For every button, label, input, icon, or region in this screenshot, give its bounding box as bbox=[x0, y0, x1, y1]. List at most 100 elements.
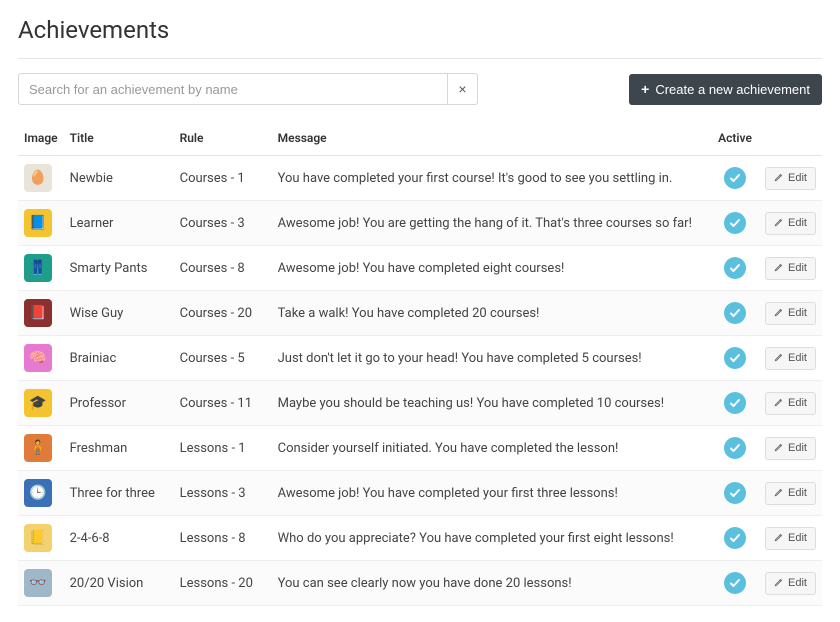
achievement-message: Who do you appreciate? You have complete… bbox=[272, 516, 711, 561]
active-check-icon bbox=[724, 392, 746, 414]
edit-button-label: Edit bbox=[788, 352, 807, 364]
achievement-title: Newbie bbox=[64, 156, 174, 201]
pencil-icon bbox=[774, 307, 784, 320]
achievement-message: Just don't let it go to your head! You h… bbox=[272, 336, 711, 381]
achievement-message: Awesome job! You are getting the hang of… bbox=[272, 201, 711, 246]
table-row: 👖Smarty PantsCourses - 8Awesome job! You… bbox=[18, 246, 822, 291]
edit-button-label: Edit bbox=[788, 262, 807, 274]
edit-button[interactable]: Edit bbox=[765, 392, 816, 415]
active-check-icon bbox=[724, 482, 746, 504]
edit-button-label: Edit bbox=[788, 172, 807, 184]
achievement-badge-icon: 🧠 bbox=[24, 344, 52, 372]
achievement-title: Professor bbox=[64, 381, 174, 426]
active-check-icon bbox=[724, 257, 746, 279]
edit-button-label: Edit bbox=[788, 577, 807, 589]
edit-button-label: Edit bbox=[788, 217, 807, 229]
achievement-message: Maybe you should be teaching us! You hav… bbox=[272, 381, 711, 426]
achievement-badge-icon: 🥚 bbox=[24, 164, 52, 192]
achievement-badge-icon: 👖 bbox=[24, 254, 52, 282]
table-row: 🎓 ProfessorCourses - 11Maybe you should b… bbox=[18, 381, 822, 426]
active-check-icon bbox=[724, 572, 746, 594]
edit-button[interactable]: Edit bbox=[765, 302, 816, 325]
edit-button-label: Edit bbox=[788, 487, 807, 499]
edit-button[interactable]: Edit bbox=[765, 347, 816, 370]
active-check-icon bbox=[724, 527, 746, 549]
pencil-icon bbox=[774, 262, 784, 275]
pencil-icon bbox=[774, 577, 784, 590]
achievement-badge-icon: 🕒 bbox=[24, 479, 52, 507]
achievement-rule: Courses - 3 bbox=[174, 201, 272, 246]
pencil-icon bbox=[774, 442, 784, 455]
achievements-table: Image Title Rule Message Active 🥚NewbieC… bbox=[18, 123, 822, 606]
pencil-icon bbox=[774, 487, 784, 500]
col-header-message: Message bbox=[272, 123, 711, 156]
achievement-rule: Lessons - 1 bbox=[174, 426, 272, 471]
achievement-badge-icon: 📕 bbox=[24, 299, 52, 327]
page-title: Achievements bbox=[18, 16, 822, 44]
achievement-title: 20/20 Vision bbox=[64, 561, 174, 606]
achievement-badge-icon: 📘 bbox=[24, 209, 52, 237]
achievement-title: Wise Guy bbox=[64, 291, 174, 336]
edit-button-label: Edit bbox=[788, 532, 807, 544]
achievement-rule: Lessons - 3 bbox=[174, 471, 272, 516]
table-row: 👓20/20 VisionLessons - 20You can see cle… bbox=[18, 561, 822, 606]
achievement-rule: Courses - 8 bbox=[174, 246, 272, 291]
achievement-title: Three for three bbox=[64, 471, 174, 516]
edit-button[interactable]: Edit bbox=[765, 437, 816, 460]
achievement-title: Brainiac bbox=[64, 336, 174, 381]
pencil-icon bbox=[774, 397, 784, 410]
col-header-active: Active bbox=[711, 123, 759, 156]
table-row: 🥚 NewbieCourses - 1You have completed you… bbox=[18, 156, 822, 201]
edit-button[interactable]: Edit bbox=[765, 572, 816, 595]
active-check-icon bbox=[724, 167, 746, 189]
active-check-icon bbox=[724, 347, 746, 369]
table-row: 🕒 Three for threeLessons - 3Awesome job! … bbox=[18, 471, 822, 516]
table-row: 📘 LearnerCourses - 3Awesome job! You are … bbox=[18, 201, 822, 246]
col-header-image: Image bbox=[18, 123, 64, 156]
achievement-message: Consider yourself initiated. You have co… bbox=[272, 426, 711, 471]
create-button-label: Create a new achievement bbox=[655, 82, 810, 97]
achievement-rule: Courses - 5 bbox=[174, 336, 272, 381]
search-group: × bbox=[18, 73, 478, 105]
edit-button[interactable]: Edit bbox=[765, 212, 816, 235]
toolbar: × + Create a new achievement bbox=[18, 73, 822, 105]
achievement-rule: Lessons - 20 bbox=[174, 561, 272, 606]
active-check-icon bbox=[724, 302, 746, 324]
search-input[interactable] bbox=[18, 73, 448, 105]
achievement-rule: Courses - 20 bbox=[174, 291, 272, 336]
achievement-rule: Courses - 11 bbox=[174, 381, 272, 426]
table-row: 📒2-4-6-8Lessons - 8Who do you appreciate… bbox=[18, 516, 822, 561]
achievement-message: You have completed your first course! It… bbox=[272, 156, 711, 201]
pencil-icon bbox=[774, 172, 784, 185]
edit-button[interactable]: Edit bbox=[765, 167, 816, 190]
edit-button[interactable]: Edit bbox=[765, 257, 816, 280]
achievement-title: Learner bbox=[64, 201, 174, 246]
edit-button[interactable]: Edit bbox=[765, 527, 816, 550]
col-header-title: Title bbox=[64, 123, 174, 156]
active-check-icon bbox=[724, 437, 746, 459]
edit-button[interactable]: Edit bbox=[765, 482, 816, 505]
create-achievement-button[interactable]: + Create a new achievement bbox=[629, 74, 822, 105]
clear-search-button[interactable]: × bbox=[448, 73, 478, 105]
edit-button-label: Edit bbox=[788, 307, 807, 319]
achievement-title: Freshman bbox=[64, 426, 174, 471]
table-row: 🧍FreshmanLessons - 1Consider yourself in… bbox=[18, 426, 822, 471]
achievement-message: Awesome job! You have completed eight co… bbox=[272, 246, 711, 291]
table-row: 📕 Wise GuyCourses - 20Take a walk! You ha… bbox=[18, 291, 822, 336]
pencil-icon bbox=[774, 532, 784, 545]
plus-icon: + bbox=[641, 82, 649, 96]
achievement-badge-icon: 🎓 bbox=[24, 389, 52, 417]
achievement-message: Awesome job! You have completed your fir… bbox=[272, 471, 711, 516]
pencil-icon bbox=[774, 352, 784, 365]
achievement-title: 2-4-6-8 bbox=[64, 516, 174, 561]
achievement-badge-icon: 👓 bbox=[24, 569, 52, 597]
edit-button-label: Edit bbox=[788, 442, 807, 454]
table-row: 🧠 BrainiacCourses - 5Just don't let it go… bbox=[18, 336, 822, 381]
divider bbox=[18, 58, 822, 59]
achievement-rule: Courses - 1 bbox=[174, 156, 272, 201]
col-header-edit bbox=[759, 123, 822, 156]
achievement-message: Take a walk! You have completed 20 cours… bbox=[272, 291, 711, 336]
col-header-rule: Rule bbox=[174, 123, 272, 156]
edit-button-label: Edit bbox=[788, 397, 807, 409]
close-icon: × bbox=[458, 81, 466, 97]
